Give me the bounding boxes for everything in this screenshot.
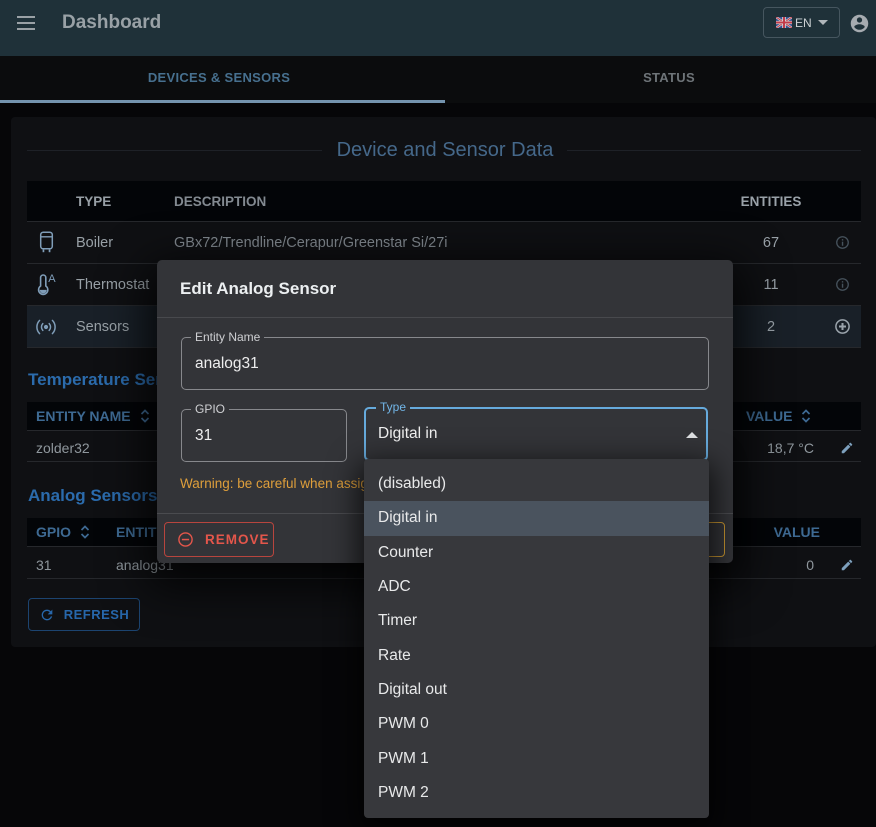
svg-text:A: A [48,273,56,285]
